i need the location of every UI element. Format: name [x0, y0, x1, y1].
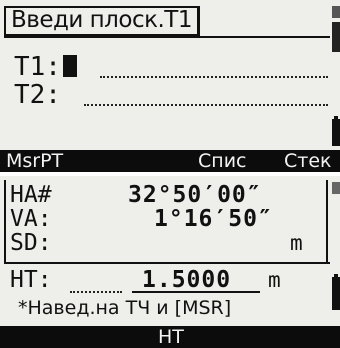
row-ht-unit: m — [268, 268, 281, 292]
instruction-message: *Навед.на ТЧ и [MSR] — [18, 297, 232, 319]
softkey-msrpt[interactable]: MsrPT — [6, 150, 63, 172]
row-ht-label: HT: — [10, 267, 52, 293]
softkey-stack[interactable]: Стек — [284, 150, 332, 172]
row-va: VA: 1°16′50″ — [10, 207, 320, 231]
field-t2[interactable]: T2: — [14, 80, 61, 110]
row-sd-unit: m — [290, 231, 303, 255]
row-ha-value: 32°50′00″ — [128, 182, 262, 208]
row-ht-underline — [132, 291, 260, 293]
row-ht-dotted-line — [70, 291, 122, 293]
battery-icon — [332, 274, 340, 310]
softkey-bar: HT — [0, 326, 340, 348]
scroll-indicator-icon — [332, 182, 340, 194]
title-underline — [4, 36, 330, 38]
field-t2-label: T2: — [14, 80, 61, 110]
section-divider — [4, 262, 330, 264]
row-ha-label: HA# — [10, 182, 52, 208]
box-left-border — [4, 180, 6, 262]
row-ha: HA# 32°50′00″ — [10, 183, 320, 207]
box-right-border — [326, 180, 328, 262]
softkey-list[interactable]: Спис — [198, 150, 246, 172]
row-sd: SD: m — [10, 231, 320, 255]
text-cursor — [62, 55, 77, 77]
scroll-up-icon — [332, 6, 340, 18]
screen-plane-points: Введи плоск.Т1 T1: T2: MsrPT Спис Стек — [0, 0, 340, 172]
softkey-ht[interactable]: HT — [158, 326, 184, 348]
row-ht-value[interactable]: 1.5000 — [142, 268, 231, 292]
row-va-label: VA: — [10, 206, 52, 232]
field-t1[interactable]: T1: — [14, 52, 77, 82]
scroll-down-icon — [332, 22, 340, 52]
row-va-value: 1°16′50″ — [154, 206, 273, 232]
row-sd-label: SD: — [10, 230, 52, 256]
battery-icon — [332, 116, 340, 146]
field-t2-dotted-line — [84, 104, 328, 106]
field-t1-label: T1: — [14, 52, 61, 82]
softkey-bar: MsrPT Спис Стек — [0, 150, 340, 172]
screen-title: Введи плоск.Т1 — [4, 6, 200, 36]
row-ht[interactable]: HT: 1.5000 m — [10, 268, 330, 292]
screen-measure: HA# 32°50′00″ VA: 1°16′50″ SD: m HT: 1.5… — [0, 176, 340, 348]
field-t1-dotted-line — [100, 76, 328, 78]
